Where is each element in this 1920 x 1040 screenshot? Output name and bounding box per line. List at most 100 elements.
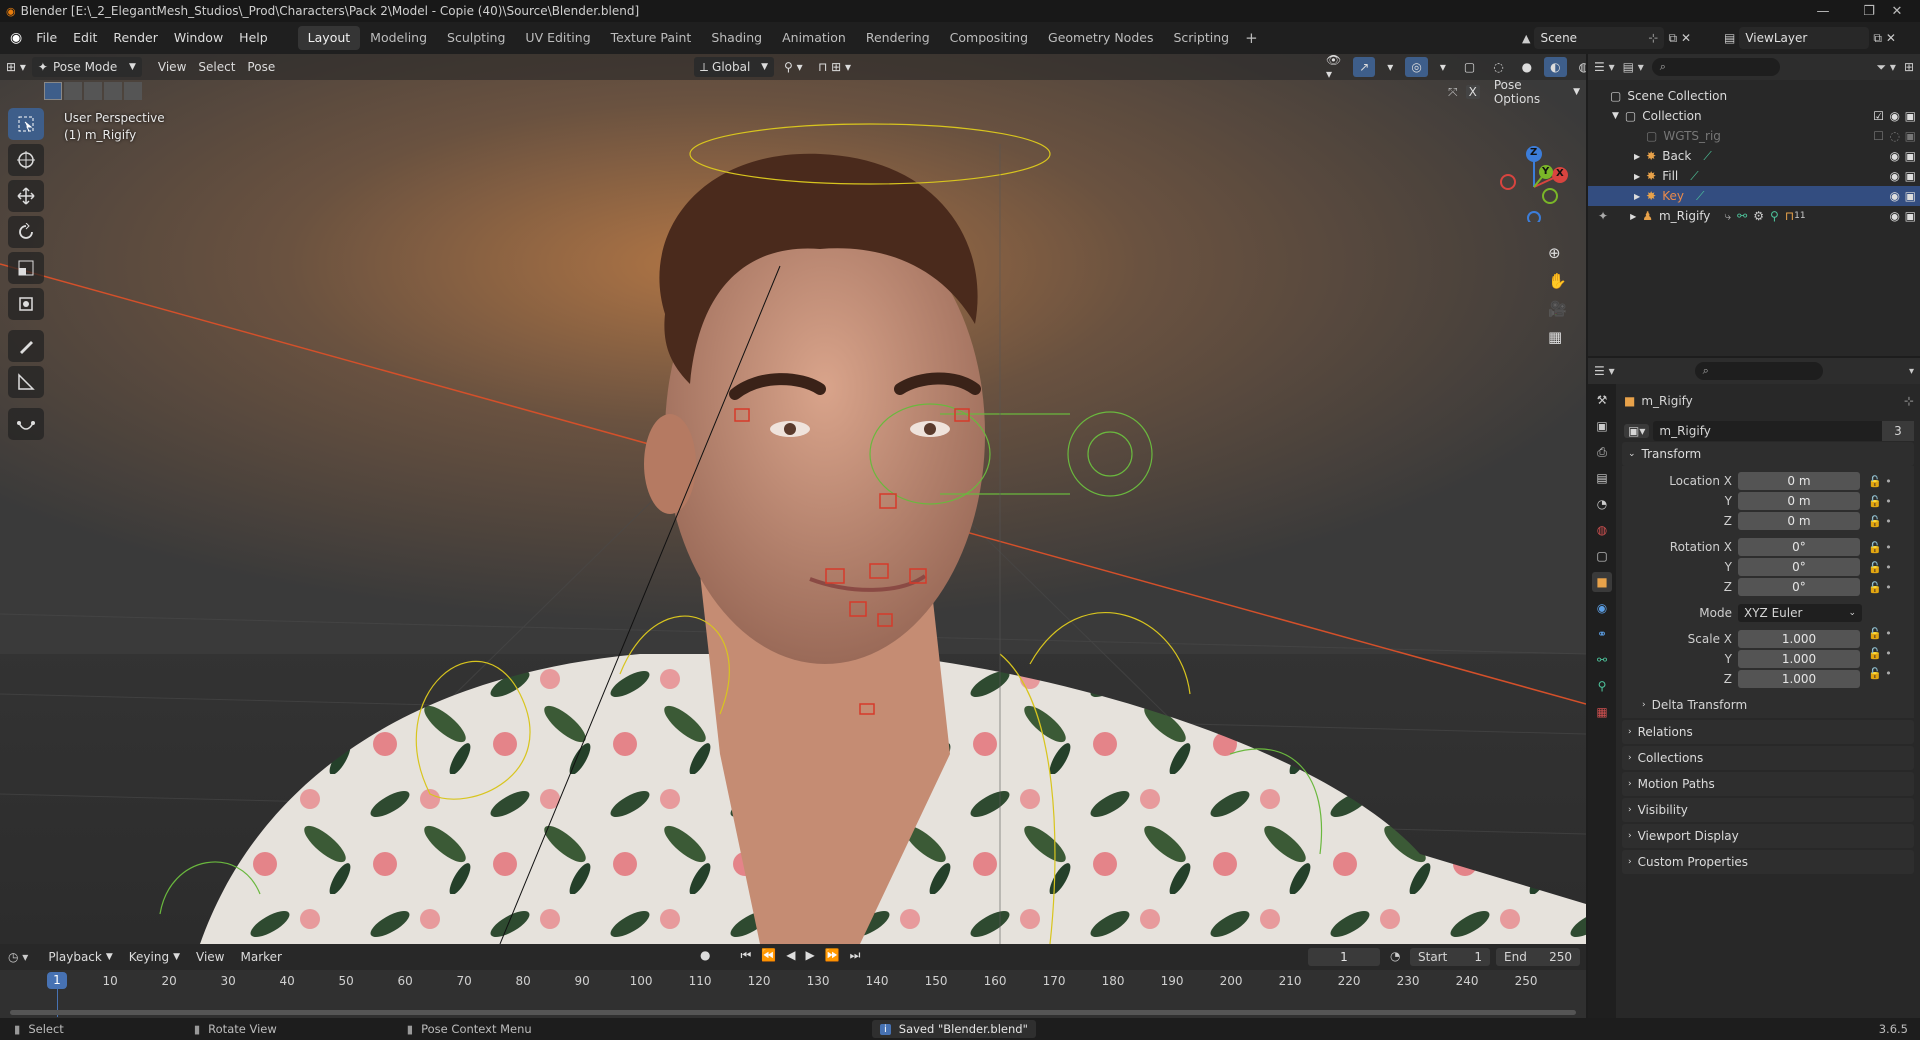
- navigation-gizmo[interactable]: Z X Y: [1494, 142, 1574, 225]
- display-mode-icon[interactable]: ▤ ▾: [1623, 60, 1644, 74]
- tab-shading[interactable]: Shading: [701, 26, 772, 50]
- select-extend-icon[interactable]: [64, 82, 82, 100]
- camera-view-icon[interactable]: 🎥: [1548, 300, 1567, 318]
- new-view-layer-icon[interactable]: ⧉: [1873, 31, 1882, 46]
- lock-icon[interactable]: 🔓 •: [1868, 538, 1892, 558]
- texture-tab-icon[interactable]: ▦: [1592, 702, 1612, 722]
- eye-icon[interactable]: ◉: [1890, 169, 1900, 183]
- location-z-field[interactable]: 0 m: [1738, 512, 1860, 530]
- pose-options-dropdown[interactable]: Pose Options ▼: [1488, 78, 1586, 106]
- orientation-dropdown[interactable]: ⟂ Global ▼: [694, 57, 774, 77]
- properties-search-input[interactable]: ⌕: [1694, 362, 1823, 380]
- user-count-badge[interactable]: 3: [1882, 421, 1914, 441]
- visibility-panel-header[interactable]: › Visibility: [1622, 798, 1914, 822]
- viewport-display-panel-header[interactable]: › Viewport Display: [1622, 824, 1914, 848]
- tab-rendering[interactable]: Rendering: [856, 26, 940, 50]
- zoom-icon[interactable]: ⊕: [1548, 244, 1567, 262]
- rotation-mode-dropdown[interactable]: XYZ Euler ⌄: [1738, 604, 1862, 622]
- cursor-tool-icon[interactable]: [8, 144, 44, 176]
- pivot-icon[interactable]: ⚲ ▾: [778, 57, 809, 77]
- select-invert-icon[interactable]: [104, 82, 122, 100]
- location-y-field[interactable]: 0 m: [1738, 492, 1860, 510]
- rotation-y-field[interactable]: 0°: [1738, 558, 1860, 576]
- object-name-field[interactable]: m_Rigify 3: [1653, 421, 1914, 441]
- play-reverse-icon[interactable]: ◀: [786, 948, 795, 963]
- rotation-x-field[interactable]: 0°: [1738, 538, 1860, 556]
- stopwatch-icon[interactable]: ◔: [1390, 949, 1400, 963]
- pin-icon[interactable]: ⊹: [1904, 394, 1914, 408]
- measure-tool-icon[interactable]: [8, 366, 44, 398]
- scene-icon[interactable]: ▲: [1522, 32, 1530, 45]
- constraints-tab-icon[interactable]: ⚭: [1592, 624, 1612, 644]
- overlay-dropdown-icon[interactable]: ▾: [1434, 57, 1452, 77]
- gizmo-dropdown-icon[interactable]: ▾: [1381, 57, 1399, 77]
- tab-geometry-nodes[interactable]: Geometry Nodes: [1038, 26, 1163, 50]
- bone-tool-icon[interactable]: [8, 408, 44, 440]
- move-tool-icon[interactable]: [8, 180, 44, 212]
- select-box-tool-icon[interactable]: [8, 108, 44, 140]
- scale-z-field[interactable]: 1.000: [1738, 670, 1860, 688]
- rotate-tool-icon[interactable]: [8, 216, 44, 248]
- tab-uv-editing[interactable]: UV Editing: [515, 26, 600, 50]
- menu-marker[interactable]: Marker: [235, 947, 288, 967]
- outliner-editor-icon[interactable]: ☰ ▾: [1594, 60, 1615, 74]
- add-workspace-icon[interactable]: +: [1245, 29, 1258, 47]
- delete-scene-icon[interactable]: ✕: [1681, 31, 1691, 45]
- world-tab-icon[interactable]: ◍: [1592, 520, 1612, 540]
- outliner-search-input[interactable]: ⌕: [1651, 58, 1780, 76]
- object-data-tab-icon[interactable]: ⚯: [1592, 650, 1612, 670]
- playhead[interactable]: 1: [47, 972, 67, 989]
- menu-edit[interactable]: Edit: [65, 27, 105, 49]
- camera-icon[interactable]: ▣: [1905, 169, 1916, 183]
- pan-hand-icon[interactable]: ✋: [1548, 272, 1567, 290]
- eye-icon[interactable]: ◉: [1890, 189, 1900, 203]
- physics-tab-icon[interactable]: ◉: [1592, 598, 1612, 618]
- menu-keying[interactable]: Keying ▼: [123, 947, 186, 967]
- jump-next-key-icon[interactable]: ⏩: [825, 948, 840, 963]
- menu-file[interactable]: File: [28, 27, 65, 49]
- camera-icon[interactable]: ▣: [1905, 109, 1916, 123]
- editor-type-icon[interactable]: ⊞ ▾: [0, 57, 32, 77]
- menu-render[interactable]: Render: [105, 27, 166, 49]
- current-frame-field[interactable]: 1: [1308, 948, 1380, 966]
- view-layer-tab-icon[interactable]: ▤: [1592, 468, 1612, 488]
- camera-icon[interactable]: ▣: [1905, 209, 1916, 223]
- object-tab-icon[interactable]: ■: [1592, 572, 1612, 592]
- material-shading-icon[interactable]: ◐: [1544, 57, 1567, 77]
- collection-tab-icon[interactable]: ▢: [1592, 546, 1612, 566]
- lock-icon[interactable]: 🔓 •: [1868, 492, 1892, 512]
- output-tab-icon[interactable]: ⎙: [1592, 442, 1612, 462]
- view-layer-field[interactable]: ViewLayer: [1739, 27, 1870, 49]
- browse-object-icon[interactable]: ▣▾: [1624, 424, 1650, 438]
- 3d-viewport[interactable]: ⊞ ▾ ✦ Pose Mode ▼ View Select Pose ⟂ Glo…: [0, 54, 1586, 944]
- lock-icon[interactable]: 🔓 •: [1868, 512, 1892, 532]
- snap-icon[interactable]: ⊓ ⊞ ▾: [812, 57, 857, 77]
- timeline-scrollbar[interactable]: [10, 1010, 1576, 1015]
- select-new-icon[interactable]: [44, 82, 62, 100]
- scale-x-field[interactable]: 1.000: [1738, 630, 1860, 648]
- overlay-toggle-icon[interactable]: ◎: [1405, 57, 1428, 77]
- wireframe-shading-icon[interactable]: ◌: [1487, 57, 1509, 77]
- close-icon[interactable]: ✕: [1874, 0, 1920, 22]
- tab-modeling[interactable]: Modeling: [360, 26, 437, 50]
- menu-help[interactable]: Help: [231, 27, 276, 49]
- select-intersect-icon[interactable]: [124, 82, 142, 100]
- lock-icon[interactable]: 🔓 •: [1868, 578, 1892, 598]
- filter-icon[interactable]: ⏷ ▾: [1876, 60, 1895, 75]
- tab-scripting[interactable]: Scripting: [1163, 26, 1239, 50]
- xray-icon[interactable]: ▢: [1458, 57, 1481, 77]
- scene-tab-icon[interactable]: ◔: [1592, 494, 1612, 514]
- checkbox-icon[interactable]: ☐: [1873, 129, 1884, 143]
- rotation-z-field[interactable]: 0°: [1738, 578, 1860, 596]
- transform-panel-header[interactable]: ⌄ Transform: [1622, 442, 1914, 466]
- select-subtract-icon[interactable]: [84, 82, 102, 100]
- tree-collection[interactable]: ▼ ▢ Collection ☑ ◉ ▣: [1588, 106, 1920, 126]
- menu-window[interactable]: Window: [166, 27, 231, 49]
- custom-properties-panel-header[interactable]: › Custom Properties: [1622, 850, 1914, 874]
- location-x-field[interactable]: 0 m: [1738, 472, 1860, 490]
- tree-item-back[interactable]: ▶ ✸ Back ⟋ ◉ ▣: [1588, 146, 1920, 166]
- timeline-editor-icon[interactable]: ◷ ▾: [8, 950, 28, 964]
- tab-sculpting[interactable]: Sculpting: [437, 26, 515, 50]
- lock-icon[interactable]: 🔓 •: [1868, 558, 1892, 578]
- chevron-down-icon[interactable]: ▾: [1909, 366, 1914, 377]
